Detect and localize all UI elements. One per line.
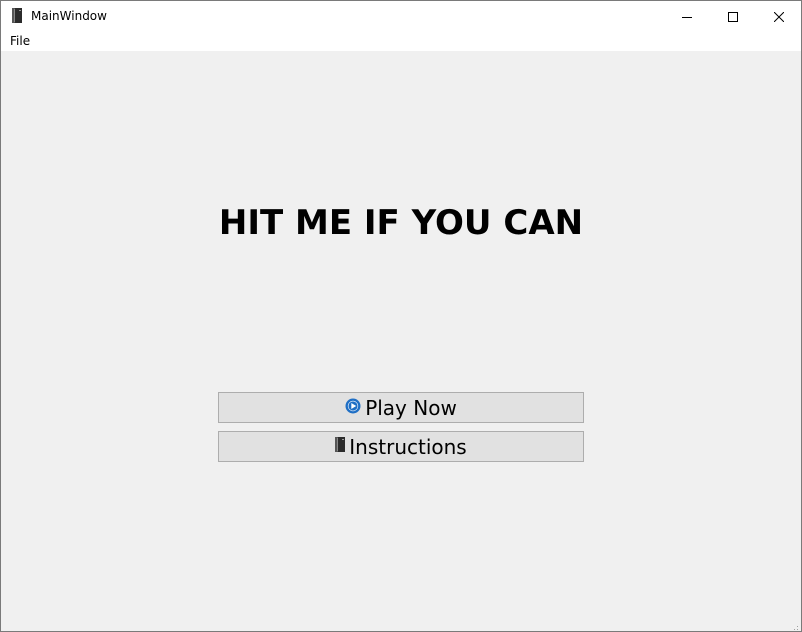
minimize-icon xyxy=(682,7,692,26)
close-icon xyxy=(773,7,785,26)
window-title: MainWindow xyxy=(31,9,107,23)
resize-grip-icon[interactable] xyxy=(789,619,799,630)
book-icon xyxy=(335,437,346,456)
menu-file[interactable]: File xyxy=(4,34,36,49)
maximize-button[interactable] xyxy=(710,1,756,32)
play-circle-icon xyxy=(345,398,361,418)
main-window: MainWindow File HIT ME IF YOU CAN Play N… xyxy=(0,0,802,632)
instructions-label: Instructions xyxy=(349,434,467,459)
instructions-button[interactable]: Instructions xyxy=(218,431,584,462)
maximize-icon xyxy=(728,7,738,26)
play-now-label: Play Now xyxy=(365,395,457,420)
book-icon xyxy=(12,8,22,23)
title-bar[interactable]: MainWindow xyxy=(1,1,801,32)
game-title: HIT ME IF YOU CAN xyxy=(218,203,584,243)
close-button[interactable] xyxy=(756,1,801,32)
central-widget: HIT ME IF YOU CAN Play Now Instructions xyxy=(1,51,801,631)
minimize-button[interactable] xyxy=(664,1,710,32)
play-now-button[interactable]: Play Now xyxy=(218,392,584,423)
menu-bar: File xyxy=(1,32,801,51)
